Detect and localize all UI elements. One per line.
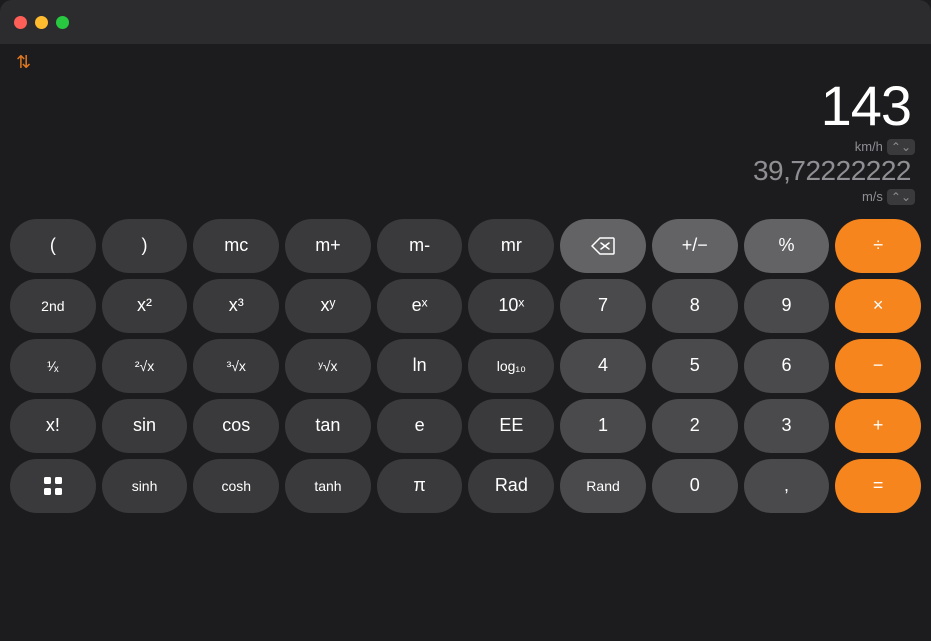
btn-log10[interactable]: log₁₀	[468, 339, 554, 393]
btn-xfact[interactable]: x!	[10, 399, 96, 453]
btn-minus[interactable]: −	[835, 339, 921, 393]
secondary-display: 39,72222222	[753, 155, 915, 187]
btn-2[interactable]: 2	[652, 399, 738, 453]
btn-decimal[interactable]: ,	[744, 459, 830, 513]
btn-equals[interactable]: =	[835, 459, 921, 513]
btn-open-paren[interactable]: (	[10, 219, 96, 273]
btn-divide[interactable]: ÷	[835, 219, 921, 273]
btn-2rtx[interactable]: ²√x	[102, 339, 188, 393]
conversion-row: ⇅	[16, 52, 915, 73]
btn-3[interactable]: 3	[744, 399, 830, 453]
btn-rand[interactable]: Rand	[560, 459, 646, 513]
btn-ln[interactable]: ln	[377, 339, 463, 393]
btn-6[interactable]: 6	[744, 339, 830, 393]
secondary-unit-stepper[interactable]: ⌃⌄	[887, 189, 915, 205]
unit-selector-bottom: m/s ⌃⌄	[862, 189, 915, 205]
btn-5[interactable]: 5	[652, 339, 738, 393]
btn-mc[interactable]: mc	[193, 219, 279, 273]
btn-sin[interactable]: sin	[102, 399, 188, 453]
btn-1overx[interactable]: ¹∕ₓ	[10, 339, 96, 393]
btn-multiply[interactable]: ×	[835, 279, 921, 333]
btn-2nd[interactable]: 2nd	[10, 279, 96, 333]
secondary-unit-label: m/s	[862, 189, 883, 204]
primary-unit-label: km/h	[855, 139, 883, 154]
display-area: ⇅ 143 km/h ⌃⌄ 39,72222222 m/s ⌃⌄	[0, 44, 931, 213]
btn-8[interactable]: 8	[652, 279, 738, 333]
btn-cosh[interactable]: cosh	[193, 459, 279, 513]
btn-9[interactable]: 9	[744, 279, 830, 333]
btn-4[interactable]: 4	[560, 339, 646, 393]
btn-ee[interactable]: EE	[468, 399, 554, 453]
btn-plus-minus[interactable]: +/−	[652, 219, 738, 273]
convert-icon[interactable]: ⇅	[16, 52, 31, 73]
btn-0[interactable]: 0	[652, 459, 738, 513]
btn-pi[interactable]: π	[377, 459, 463, 513]
btn-ex[interactable]: eˣ	[377, 279, 463, 333]
maximize-button[interactable]	[56, 16, 69, 29]
title-bar	[0, 0, 931, 44]
btn-mminus[interactable]: m-	[377, 219, 463, 273]
btn-x3[interactable]: x³	[193, 279, 279, 333]
primary-display: 143	[821, 75, 915, 137]
btn-7[interactable]: 7	[560, 279, 646, 333]
btn-backspace[interactable]	[560, 219, 646, 273]
minimize-button[interactable]	[35, 16, 48, 29]
primary-unit-stepper[interactable]: ⌃⌄	[887, 139, 915, 155]
btn-sinh[interactable]: sinh	[102, 459, 188, 513]
btn-3rtx[interactable]: ³√x	[193, 339, 279, 393]
btn-mr[interactable]: mr	[468, 219, 554, 273]
unit-selector-top: km/h ⌃⌄	[855, 139, 915, 155]
btn-close-paren[interactable]: )	[102, 219, 188, 273]
btn-1[interactable]: 1	[560, 399, 646, 453]
close-button[interactable]	[14, 16, 27, 29]
btn-tanh[interactable]: tanh	[285, 459, 371, 513]
btn-tan[interactable]: tan	[285, 399, 371, 453]
button-grid: ()mcm+m-mr +/−%÷ 2ndx²x³xʸeˣ10ˣ789× ¹∕ₓ²√x…	[0, 213, 931, 523]
btn-yrtx[interactable]: ʸ√x	[285, 339, 371, 393]
btn-calc-icon[interactable]	[10, 459, 96, 513]
btn-mplus[interactable]: m+	[285, 219, 371, 273]
btn-plus[interactable]: +	[835, 399, 921, 453]
btn-percent[interactable]: %	[744, 219, 830, 273]
btn-cos[interactable]: cos	[193, 399, 279, 453]
btn-10x[interactable]: 10ˣ	[468, 279, 554, 333]
btn-xy[interactable]: xʸ	[285, 279, 371, 333]
btn-rad[interactable]: Rad	[468, 459, 554, 513]
btn-e[interactable]: e	[377, 399, 463, 453]
btn-x2[interactable]: x²	[102, 279, 188, 333]
